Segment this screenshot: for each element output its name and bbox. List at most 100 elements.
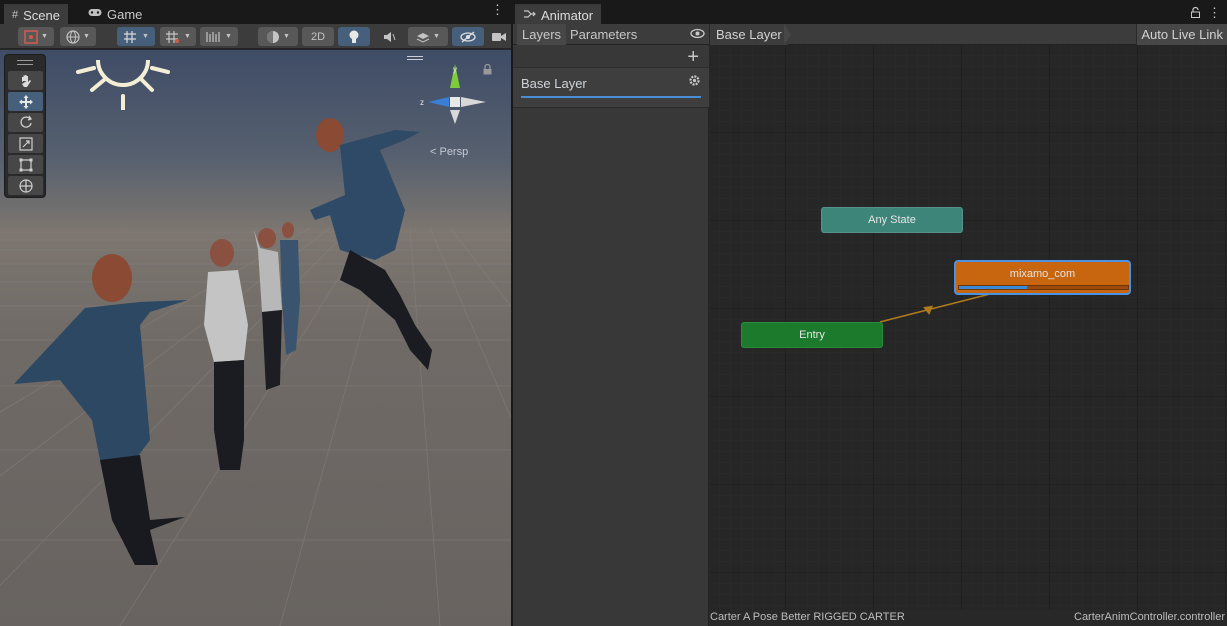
state-mixamo-com[interactable]: mixamo_com bbox=[954, 260, 1131, 295]
character-jumping[interactable] bbox=[310, 118, 432, 370]
layers-panel: Layers Parameters + Base Layer bbox=[513, 24, 709, 626]
state-entry[interactable]: Entry bbox=[741, 322, 883, 348]
layer-name: Base Layer bbox=[521, 76, 587, 91]
tab-scene[interactable]: # Scene bbox=[4, 4, 68, 24]
layers-panel-tabs: Layers Parameters bbox=[513, 24, 709, 45]
gizmo-y-label: y bbox=[453, 65, 457, 74]
rotate-icon bbox=[19, 115, 32, 128]
gizmo-neg-y-axis[interactable] bbox=[450, 110, 460, 124]
gamepad-icon bbox=[88, 8, 102, 20]
gizmo-z-axis[interactable] bbox=[428, 97, 449, 107]
breadcrumb[interactable]: Base Layer bbox=[710, 24, 788, 45]
state-entry-label: Entry bbox=[799, 329, 825, 341]
lighting-toggle-button[interactable] bbox=[338, 27, 370, 46]
state-any-state-label: Any State bbox=[868, 214, 916, 226]
chevron-down-icon: ▼ bbox=[283, 33, 290, 40]
effects-button[interactable]: ▼ bbox=[408, 27, 448, 46]
hidden-objects-button[interactable] bbox=[452, 27, 484, 46]
projection-label[interactable]: < Persp bbox=[430, 146, 468, 158]
status-selected-object: Carter A Pose Better RIGGED CARTER bbox=[710, 611, 905, 623]
ruler-icon bbox=[206, 31, 220, 42]
scale-tool-button[interactable] bbox=[8, 134, 43, 153]
scene-tab-bar: # Scene Game ⋮ bbox=[0, 0, 511, 24]
animator-window: Animator ⋮ Layers Parameters + Base Laye… bbox=[513, 0, 1227, 626]
audio-toggle-button[interactable] bbox=[376, 27, 402, 46]
layer-item-base-layer[interactable]: Base Layer bbox=[513, 68, 709, 108]
mode-2d-button[interactable]: 2D bbox=[302, 27, 334, 46]
scene-viewport[interactable]: y z < Persp bbox=[0, 50, 511, 626]
chevron-down-icon: ▼ bbox=[83, 33, 90, 40]
chevron-down-icon: ▼ bbox=[41, 33, 48, 40]
camera-icon bbox=[492, 32, 506, 41]
lock-icon[interactable] bbox=[1191, 7, 1200, 18]
snap-increment-icon bbox=[166, 30, 180, 43]
hand-tool-button[interactable] bbox=[8, 71, 43, 90]
global-local-button[interactable]: ▼ bbox=[60, 27, 96, 46]
tab-layers[interactable]: Layers bbox=[517, 24, 567, 45]
tab-animator-label: Animator bbox=[541, 7, 594, 23]
mode-2d-label: 2D bbox=[310, 30, 326, 43]
graph-header: Base Layer Auto Live Link bbox=[710, 24, 1227, 45]
globe-icon bbox=[66, 29, 80, 44]
shading-mode-button[interactable]: ▼ bbox=[258, 27, 298, 46]
audio-muted-icon bbox=[384, 31, 396, 42]
chevron-down-icon: ▼ bbox=[225, 33, 232, 40]
auto-live-link-label: Auto Live Link bbox=[1141, 27, 1223, 42]
breadcrumb-arrow-icon bbox=[784, 24, 791, 45]
hand-icon bbox=[21, 74, 31, 87]
directional-light-icon[interactable] bbox=[70, 50, 180, 110]
tab-game-label: Game bbox=[107, 6, 143, 22]
auto-live-link-toggle[interactable]: Auto Live Link bbox=[1136, 24, 1227, 45]
rect-transform-icon bbox=[19, 158, 32, 171]
pivot-icon bbox=[24, 29, 38, 44]
overlay-menu-icon[interactable] bbox=[407, 56, 423, 60]
animator-status-bar: Carter A Pose Better RIGGED CARTER Carte… bbox=[710, 610, 1227, 626]
animator-menu-icon[interactable]: ⋮ bbox=[1208, 6, 1221, 19]
tab-parameters[interactable]: Parameters bbox=[565, 24, 642, 45]
tab-layers-label: Layers bbox=[522, 27, 562, 42]
rotate-tool-button[interactable] bbox=[8, 113, 43, 132]
rect-tool-button[interactable] bbox=[8, 155, 43, 174]
eye-icon[interactable] bbox=[690, 28, 705, 39]
move-tool-button[interactable] bbox=[8, 92, 43, 111]
state-mixamo-com-label: mixamo_com bbox=[1009, 268, 1076, 280]
state-progress-bar bbox=[958, 285, 1129, 290]
scene-menu-icon[interactable]: ⋮ bbox=[491, 3, 504, 16]
scene-toolbar: ▼ ▼ ▼ ▼ ▼ ▼ 2D ▼ bbox=[0, 24, 511, 49]
state-progress-fill bbox=[959, 286, 1027, 289]
drag-handle-icon[interactable] bbox=[17, 60, 33, 65]
grid-snap-button[interactable]: ▼ bbox=[117, 27, 155, 46]
increment-snap-button[interactable]: ▼ bbox=[160, 27, 196, 46]
state-any-state[interactable]: Any State bbox=[821, 207, 963, 233]
orientation-gizmo[interactable]: y z bbox=[416, 62, 494, 142]
breadcrumb-label: Base Layer bbox=[716, 27, 782, 42]
tab-game[interactable]: Game bbox=[80, 4, 150, 24]
scene-window: # Scene Game ⋮ ▼ ▼ ▼ ▼ ▼ ▼ 2D ▼ y z < Pe… bbox=[0, 0, 511, 626]
lightbulb-icon bbox=[349, 30, 359, 43]
tool-palette bbox=[4, 54, 46, 198]
status-controller-name: CarterAnimController.controller bbox=[1074, 611, 1225, 623]
grid-snap-icon bbox=[124, 30, 137, 43]
add-layer-button[interactable]: + bbox=[687, 46, 699, 68]
gizmo-x-axis[interactable] bbox=[461, 97, 486, 107]
state-machine-graph[interactable]: Base Layer Auto Live Link Any State Entr… bbox=[710, 24, 1227, 610]
ruler-button[interactable]: ▼ bbox=[200, 27, 238, 46]
animator-icon bbox=[523, 9, 536, 22]
layer-weight-bar bbox=[521, 96, 701, 98]
tab-animator[interactable]: Animator bbox=[515, 4, 602, 24]
camera-button[interactable] bbox=[488, 27, 510, 46]
gizmo-center-cube[interactable] bbox=[450, 97, 460, 107]
animator-tab-bar: Animator ⋮ bbox=[513, 0, 1227, 24]
layers-icon bbox=[416, 32, 430, 43]
character-pose-4[interactable] bbox=[280, 222, 300, 355]
character-pose-2[interactable] bbox=[204, 239, 248, 470]
gizmo-toggle-button[interactable]: ▼ bbox=[18, 27, 54, 46]
character-tpose[interactable] bbox=[14, 254, 188, 565]
grid-icon: # bbox=[12, 9, 19, 21]
transform-tool-button[interactable] bbox=[8, 176, 43, 195]
transform-icon bbox=[18, 178, 33, 193]
tab-scene-label: Scene bbox=[23, 7, 60, 23]
chevron-down-icon: ▼ bbox=[184, 33, 191, 40]
character-pose-3[interactable] bbox=[254, 228, 282, 390]
gear-icon[interactable] bbox=[688, 74, 701, 87]
